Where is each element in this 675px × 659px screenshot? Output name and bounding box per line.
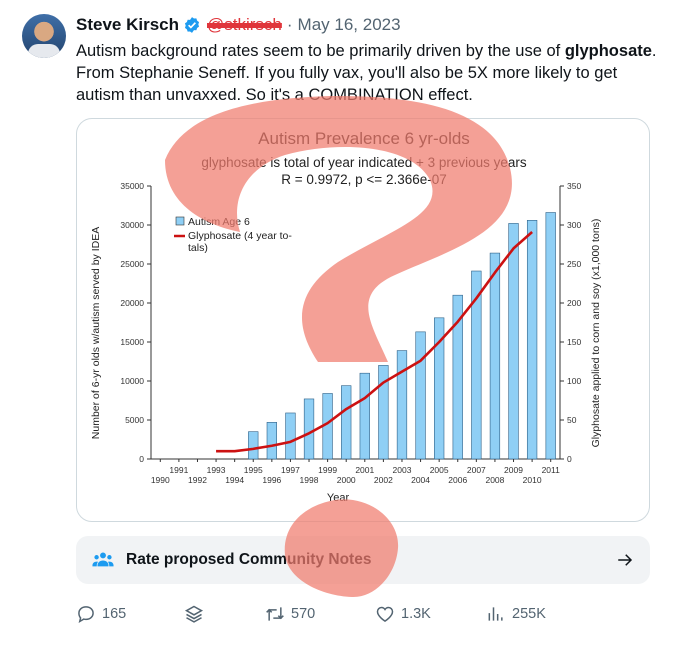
chart-subtitle: glyphosate is total of year indicated + … [201,155,527,170]
x-tick-label: 1997 [281,465,300,475]
community-notes-button[interactable]: Rate proposed Community Notes [76,536,650,584]
views-button[interactable]: 255K [486,604,546,624]
y2-tick-label: 100 [567,376,581,386]
like-button[interactable]: 1.3K [375,604,431,624]
chart-legend: Autism Age 6 Glyphosate (4 year to-tals) [174,216,292,254]
y-axis-label: Number of 6-yr olds w/autism served by I… [90,227,102,439]
x-tick-label: 1995 [244,465,263,475]
arrow-right-icon [618,554,633,566]
x-tick-label: 2001 [355,465,374,475]
tweet-header: Steve Kirsch @stkirsch · May 16, 2023 [76,15,401,35]
bar-autism-age-6 [489,252,501,460]
x-axis-label: Year [327,492,350,504]
y2-tick-label: 50 [567,415,577,425]
community-notes-label: Rate proposed Community Notes [126,551,372,568]
like-count: 1.3K [401,606,431,622]
layers-icon [184,605,204,623]
legend-label-bar: Autism Age 6 [188,216,250,228]
y-tick-label: 5000 [125,415,144,425]
x-tick-label: 2003 [393,465,412,475]
bar-autism-age-6 [248,431,259,460]
legend-label-line-1: Glyphosate (4 year to- [188,230,292,242]
x-tick-label: 1999 [318,465,337,475]
x-tick-label: 2009 [504,465,523,475]
bar-autism-age-6 [303,398,315,460]
legend-label-line-2: tals) [188,242,208,254]
separator-dot: · [286,15,293,34]
x-tick-label: 2006 [448,475,467,485]
chart: Autism Prevalence 6 yr-olds glyphosate i… [90,129,602,504]
tweet-text-bold: glyphosate [564,42,652,60]
tweet-text: Autism background rates seem to be prima… [76,40,666,106]
x-tick-label: 2005 [430,465,449,475]
bookmark-layers-button[interactable] [184,604,204,624]
bar-autism-age-6 [415,331,426,460]
bar-autism-age-6 [285,412,296,460]
x-tick-label: 2010 [523,475,542,485]
x-tick-label: 2002 [374,475,393,485]
x-tick-label: 2008 [485,475,504,485]
tweet-actions: 165 570 1.3K 255K [76,604,650,630]
tweet-text-before: Autism background rates seem to be prima… [76,42,565,60]
author-handle[interactable]: @stkirsch [207,15,282,35]
x-tick-label: 2007 [467,465,486,475]
bar-autism-age-6 [508,223,519,460]
y2-tick-label: 300 [567,220,581,230]
x-tick-label: 2011 [542,465,561,475]
views-icon [488,607,503,621]
bar-autism-age-6 [341,385,352,460]
tweet-date[interactable]: May 16, 2023 [298,15,401,35]
x-tick-label: 1991 [169,465,188,475]
x-tick-label: 2004 [411,475,430,485]
verified-icon [184,17,200,33]
y2-tick-label: 0 [567,454,572,464]
y2-tick-label: 250 [567,259,581,269]
y2-tick-label: 200 [567,298,581,308]
heart-icon [376,606,394,622]
x-tick-label: 1998 [300,475,319,485]
line-glyphosate [216,231,533,453]
y-tick-label: 30000 [120,220,144,230]
chart-subtitle-2: R = 0.9972, p <= 2.366e-07 [281,172,447,187]
bar-autism-age-6 [545,212,556,460]
retweet-button[interactable]: 570 [265,604,315,624]
retweet-count: 570 [291,606,316,622]
x-tick-label: 1992 [188,475,207,485]
x-tick-label: 2000 [337,475,356,485]
y2-axis-label: Glyphosate applied to corn and soy (x1,0… [590,219,602,448]
author-name[interactable]: Steve Kirsch [76,15,179,35]
legend-swatch-bar [175,216,185,226]
y-tick-label: 20000 [120,298,144,308]
view-count: 255K [512,606,546,622]
bar-autism-age-6 [526,220,538,460]
bar-autism-age-6 [266,422,277,460]
bar-autism-age-6 [396,350,408,460]
y2-tick-label: 150 [567,337,581,347]
bar-autism-age-6 [359,372,370,460]
y-tick-label: 15000 [120,337,144,347]
people-icon [92,552,114,567]
x-tick-label: 1996 [262,475,281,485]
x-tick-label: 1994 [225,475,244,485]
legend-label-line: Glyphosate (4 year to-tals) [188,230,292,254]
reply-count: 165 [102,606,127,622]
tweet-image[interactable]: Autism Prevalence 6 yr-olds glyphosate i… [76,118,650,522]
reply-icon [78,606,94,624]
y2-tick-label: 350 [567,181,581,191]
y-tick-label: 25000 [120,259,144,269]
chart-title: Autism Prevalence 6 yr-olds [258,129,470,148]
y-tick-label: 10000 [120,376,144,386]
avatar[interactable] [22,14,66,58]
retweet-icon [266,607,284,621]
x-tick-label: 1990 [151,475,170,485]
x-tick-label: 1993 [207,465,226,475]
reply-button[interactable]: 165 [76,604,126,624]
y-tick-label: 0 [139,454,144,464]
y-tick-label: 35000 [120,181,144,191]
